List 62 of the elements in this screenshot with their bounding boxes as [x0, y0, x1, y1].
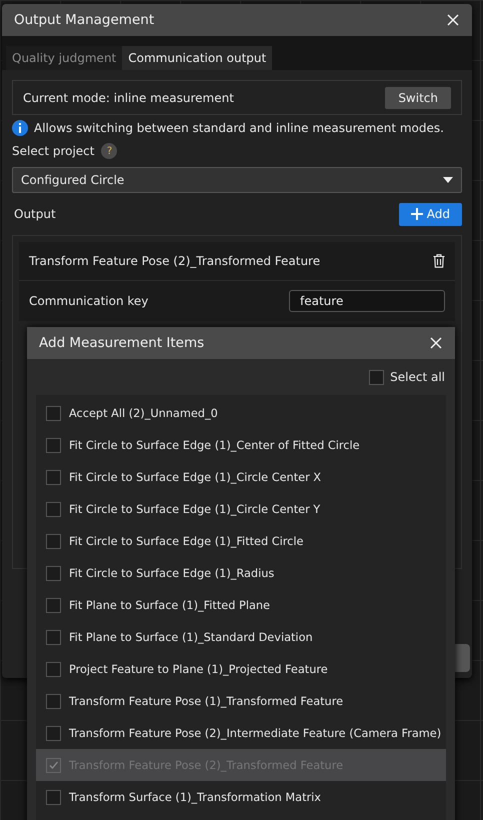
list-item[interactable]: Fit Plane to Surface (1)_Fitted Plane: [36, 589, 446, 621]
plus-icon: [410, 208, 423, 220]
info-icon: [12, 120, 28, 136]
item-label: Fit Circle to Surface Edge (1)_Center of Fitted Circle: [69, 438, 360, 452]
close-button[interactable]: [446, 13, 460, 27]
checkbox[interactable]: [46, 566, 61, 580]
communication-key-label: Communication key: [29, 294, 148, 308]
item-label: Fit Circle to Surface Edge (1)_Fitted Circle: [69, 534, 304, 548]
list-item[interactable]: Fit Circle to Surface Edge (1)_Center of Fitted Circle: [36, 429, 446, 461]
project-dropdown[interactable]: Configured Circle: [12, 167, 462, 193]
close-icon: [430, 337, 442, 349]
item-label: Transform Feature Pose (2)_Intermediate Feature (Camera Frame): [69, 726, 442, 740]
item-label: Accept All (2)_Unnamed_0: [69, 406, 218, 420]
tab[interactable]: Quality judgment: [6, 46, 122, 70]
mode-text: Current mode: inline measurement: [23, 90, 234, 104]
communication-key-field[interactable]: feature: [289, 290, 445, 312]
close-icon: [447, 14, 459, 26]
list-item[interactable]: Fit Circle to Surface Edge (1)_Fitted Circle: [36, 525, 446, 557]
checkbox[interactable]: [46, 694, 61, 708]
checkbox[interactable]: [46, 534, 61, 548]
info-text: Allows switching between standard and inline measurement modes.: [34, 121, 444, 135]
list-item[interactable]: Fit Circle to Surface Edge (1)_Circle Center Y: [36, 493, 446, 525]
list-item[interactable]: Accept All (2)_Unnamed_0: [36, 397, 446, 429]
checkbox[interactable]: [46, 470, 61, 484]
select-all-label: Select all: [390, 370, 445, 384]
list-item[interactable]: Transform Feature Pose (2)_Intermediate Feature (Camera Frame): [36, 717, 446, 749]
select-project-label: Select project: [12, 144, 94, 158]
item-label: Fit Circle to Surface Edge (1)_Circle Center X: [69, 470, 322, 484]
window-title: Output Management: [14, 12, 154, 28]
item-label: Project Feature to Plane (1)_Projected Feature: [69, 662, 328, 676]
checkbox[interactable]: [46, 406, 61, 420]
item-label: Fit Circle to Surface Edge (1)_Radius: [69, 566, 274, 580]
output-label: Output: [14, 207, 56, 221]
list-item[interactable]: Transform Feature Pose (1)_Transformed Feature: [36, 685, 446, 717]
switch-button[interactable]: Switch: [385, 86, 451, 108]
item-label: Fit Plane to Surface (1)_Fitted Plane: [69, 598, 270, 612]
checkbox[interactable]: [46, 598, 61, 612]
tab[interactable]: Communication output: [122, 46, 272, 70]
list-item[interactable]: Fit Circle to Surface Edge (1)_Radius: [36, 557, 446, 589]
list-item[interactable]: Project Feature to Plane (1)_Projected Feature: [36, 653, 446, 685]
trash-icon[interactable]: [433, 254, 445, 268]
list-item[interactable]: Transform Surface (1)_Transformation Matrix: [36, 781, 446, 813]
checkbox[interactable]: [46, 502, 61, 516]
list-item[interactable]: Fit Plane to Surface (1)_Standard Deviation: [36, 621, 446, 653]
checkbox[interactable]: [46, 438, 61, 452]
dialog-title: Add Measurement Items: [39, 335, 204, 351]
close-button[interactable]: [429, 336, 443, 350]
caret-icon: [443, 177, 453, 183]
add-button[interactable]: Add: [398, 202, 462, 226]
list-item[interactable]: Fit Circle to Surface Edge (1)_Circle Center X: [36, 461, 446, 493]
item-label: Fit Plane to Surface (1)_Standard Deviation: [69, 630, 313, 644]
checkbox[interactable]: [46, 790, 61, 804]
checkbox[interactable]: [46, 726, 61, 740]
output-item-title: Transform Feature Pose (2)_Transformed Feature: [29, 254, 320, 268]
check-icon: [48, 760, 59, 770]
help-icon[interactable]: ?: [101, 143, 118, 159]
checkbox[interactable]: [369, 370, 384, 384]
checkbox[interactable]: [46, 662, 61, 676]
item-label: Transform Surface (1)_Transformation Matrix: [69, 790, 321, 804]
item-label: Fit Circle to Surface Edge (1)_Circle Center Y: [69, 502, 320, 516]
item-label: Transform Feature Pose (1)_Transformed Feature: [69, 694, 344, 708]
checkbox[interactable]: [46, 630, 61, 644]
